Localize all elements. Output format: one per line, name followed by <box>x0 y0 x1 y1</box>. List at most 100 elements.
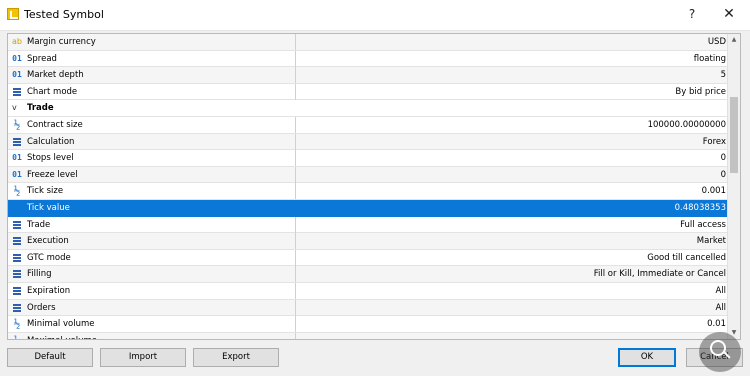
text-type-icon: ab <box>12 37 22 46</box>
property-row[interactable]: ½Maximal volume <box>8 332 729 339</box>
column-divider <box>295 266 296 283</box>
property-name: Tick value <box>27 202 70 213</box>
column-divider <box>295 116 296 133</box>
property-row[interactable]: 01 Spread floating <box>8 50 729 68</box>
property-value[interactable]: 0 <box>721 167 726 183</box>
column-divider <box>295 50 296 67</box>
column-divider <box>295 233 296 250</box>
enum-type-icon <box>10 233 24 249</box>
property-row[interactable]: Calculation Forex <box>8 133 729 151</box>
property-value[interactable]: All <box>715 283 726 299</box>
property-row[interactable]: Filling Fill or Kill, Immediate or Cancel <box>8 266 729 283</box>
property-row[interactable]: Chart mode By bid price <box>8 83 729 101</box>
property-row[interactable]: ½ Contract size 100000.00000000 <box>8 116 729 134</box>
property-row[interactable]: Expiration All <box>8 282 729 300</box>
property-row[interactable]: Tick value 0.48038353 <box>8 199 729 217</box>
zoom-magnifier-icon[interactable] <box>699 332 741 372</box>
property-name: Chart mode <box>27 86 78 97</box>
group-header-row[interactable]: v Trade <box>8 100 729 117</box>
column-divider <box>295 199 296 216</box>
property-row[interactable]: 01 Stops level 0 <box>8 150 729 167</box>
property-value[interactable]: USD <box>708 34 726 50</box>
property-name: Margin currency <box>27 37 96 47</box>
property-row[interactable]: ½ Tick size 0.001 <box>8 183 729 200</box>
property-name: Market depth <box>27 70 84 81</box>
chevron-down-icon[interactable]: v <box>12 100 17 116</box>
property-value[interactable]: Market <box>697 233 726 249</box>
column-divider <box>295 133 296 150</box>
property-row[interactable]: 01 Market depth 5 <box>8 67 729 84</box>
property-value[interactable]: By bid price <box>675 84 726 100</box>
property-name: Freeze level <box>27 169 78 180</box>
property-row[interactable]: 01 Freeze level 0 <box>8 166 729 184</box>
property-row[interactable]: ab Margin currency USD <box>8 34 729 51</box>
property-name: Spread <box>27 53 57 64</box>
property-value[interactable]: All <box>715 300 726 316</box>
window-title: Tested Symbol <box>24 8 104 21</box>
property-value[interactable]: floating <box>694 51 726 67</box>
property-name: Contract size <box>27 119 83 130</box>
help-button[interactable]: ? <box>680 4 704 24</box>
ok-button[interactable]: OK <box>618 348 676 367</box>
column-divider <box>295 83 296 100</box>
properties-grid: ab Margin currency USD 01 Spread floating 01 Ma… <box>7 33 741 340</box>
integer-type-icon: 01 <box>12 53 22 63</box>
column-divider <box>295 299 296 316</box>
column-divider <box>295 332 296 339</box>
app-icon <box>7 8 19 20</box>
integer-type-icon: 01 <box>12 70 22 80</box>
fraction-type-icon: ½ <box>13 317 21 331</box>
import-button[interactable]: Import <box>100 348 186 367</box>
property-value[interactable]: Good till cancelled <box>647 250 726 266</box>
property-value[interactable]: Fill or Kill, Immediate or Cancel <box>594 266 726 282</box>
property-name: Tick size <box>27 186 64 197</box>
fraction-type-icon: ½ <box>13 117 21 131</box>
property-value[interactable]: 0.001 <box>702 183 726 199</box>
property-row[interactable]: Trade Full access <box>8 216 729 234</box>
integer-type-icon: 01 <box>12 169 22 179</box>
column-divider <box>295 166 296 183</box>
property-name: Execution <box>27 236 69 247</box>
property-name: Filling <box>27 269 52 280</box>
column-divider <box>295 183 296 200</box>
enum-type-icon <box>10 134 24 150</box>
property-name: Calculation <box>27 136 75 147</box>
fraction-type-icon: ½ <box>10 333 24 339</box>
property-value[interactable]: 0.48038353 <box>675 200 726 216</box>
vertical-scrollbar[interactable]: ▲ ▼ <box>727 34 740 339</box>
property-value[interactable]: 100000.00000000 <box>648 117 726 133</box>
property-value[interactable]: Forex <box>703 134 726 150</box>
enum-type-icon <box>10 217 24 233</box>
fraction-type-icon <box>10 200 24 216</box>
enum-type-icon <box>10 250 24 266</box>
group-label: Trade <box>27 103 54 114</box>
export-button[interactable]: Export <box>193 348 279 367</box>
scroll-up-arrow-icon[interactable]: ▲ <box>728 34 740 46</box>
property-name: Maximal volume <box>27 333 97 339</box>
property-row[interactable]: GTC mode Good till cancelled <box>8 249 729 267</box>
property-value[interactable]: 0.01 <box>707 316 726 332</box>
enum-type-icon <box>10 300 24 316</box>
enum-type-icon <box>10 266 24 282</box>
column-divider <box>295 216 296 233</box>
property-row[interactable]: Orders All <box>8 299 729 317</box>
property-name: Minimal volume <box>27 319 95 330</box>
fraction-type-icon: ½ <box>13 184 21 198</box>
scroll-thumb[interactable] <box>730 97 738 173</box>
properties-rows: ab Margin currency USD 01 Spread floating 01 Ma… <box>8 34 729 339</box>
property-row[interactable]: ½ Minimal volume 0.01 <box>8 316 729 333</box>
property-value[interactable]: 5 <box>721 67 726 83</box>
property-value[interactable]: 0 <box>721 150 726 166</box>
property-name: GTC mode <box>27 252 71 263</box>
column-divider <box>295 282 296 299</box>
enum-type-icon <box>10 283 24 299</box>
title-bar: Tested Symbol ? ✕ <box>0 0 750 31</box>
property-name: Orders <box>27 302 56 313</box>
column-divider <box>295 34 296 50</box>
enum-type-icon <box>10 84 24 100</box>
property-name: Stops level <box>27 153 74 164</box>
property-value[interactable]: Full access <box>680 217 726 233</box>
close-button[interactable]: ✕ <box>717 4 741 24</box>
property-row[interactable]: Execution Market <box>8 233 729 250</box>
default-button[interactable]: Default <box>7 348 93 367</box>
